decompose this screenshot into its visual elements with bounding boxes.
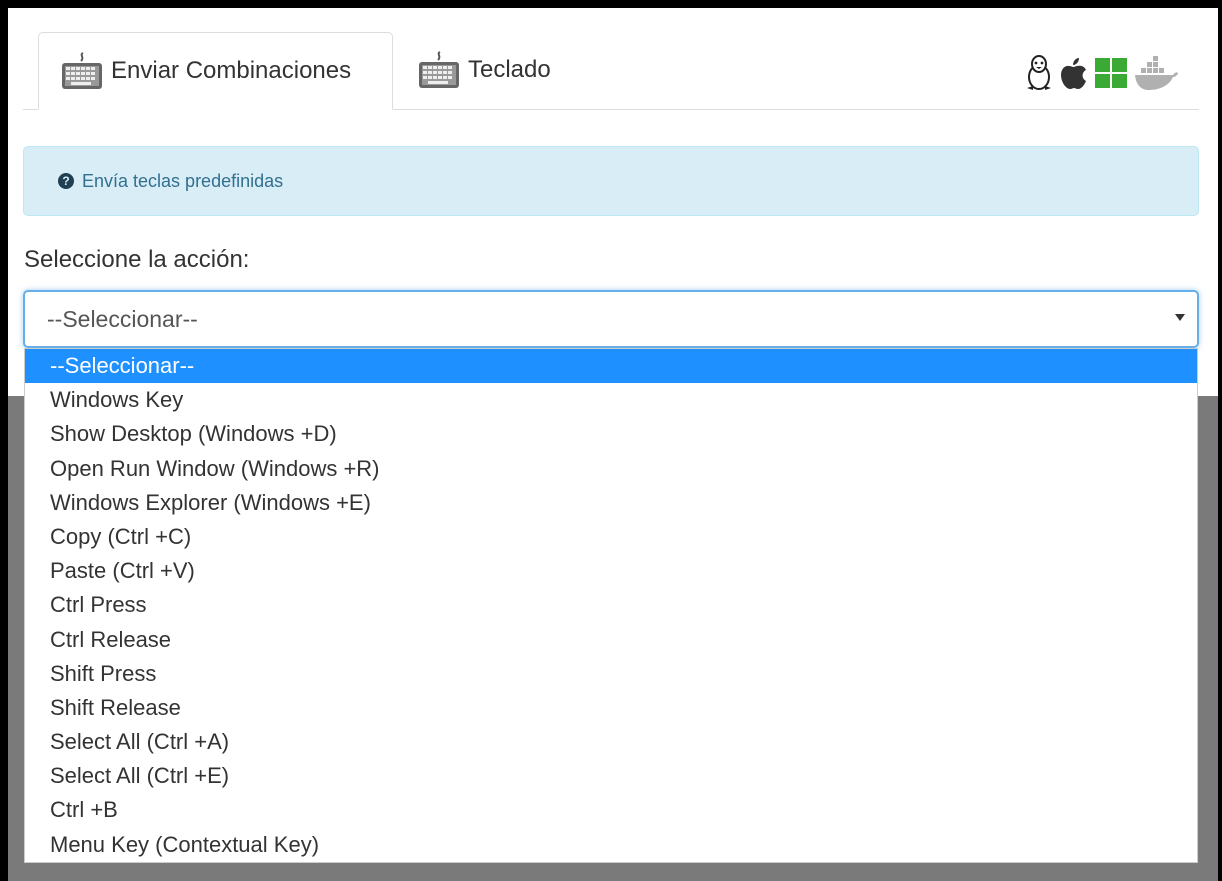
question-circle-icon: ? bbox=[58, 173, 74, 189]
tab-label: Teclado bbox=[468, 56, 551, 83]
action-label: Seleccione la acción: bbox=[24, 246, 250, 273]
docker-icon[interactable] bbox=[1133, 54, 1179, 92]
option-shift-release[interactable]: Shift Release bbox=[25, 691, 1197, 725]
tab-label: Enviar Combinaciones bbox=[111, 57, 352, 84]
caret-down-icon bbox=[1175, 314, 1185, 321]
option-select-all-e[interactable]: Select All (Ctrl +E) bbox=[25, 759, 1197, 793]
option-select-all-a[interactable]: Select All (Ctrl +A) bbox=[25, 725, 1197, 759]
option-windows-explorer[interactable]: Windows Explorer (Windows +E) bbox=[25, 486, 1197, 520]
info-alert: ? Envía teclas predefinidas bbox=[23, 146, 1199, 216]
action-dropdown-list: --Seleccionar-- Windows Key Show Desktop… bbox=[24, 348, 1198, 863]
linux-icon[interactable] bbox=[1025, 55, 1053, 91]
option-ctrl-press[interactable]: Ctrl Press bbox=[25, 588, 1197, 622]
option-show-desktop[interactable]: Show Desktop (Windows +D) bbox=[25, 417, 1197, 451]
keyboard-icon bbox=[418, 50, 460, 90]
windows-icon[interactable] bbox=[1095, 58, 1127, 88]
alert-text: Envía teclas predefinidas bbox=[82, 170, 284, 191]
option-menu-key[interactable]: Menu Key (Contextual Key) bbox=[25, 828, 1197, 862]
option-copy[interactable]: Copy (Ctrl +C) bbox=[25, 520, 1197, 554]
os-icons bbox=[1025, 54, 1179, 92]
app-frame: Enviar Combinaciones Teclado ? Envía tec… bbox=[8, 8, 1218, 881]
main-panel: Enviar Combinaciones Teclado ? Envía tec… bbox=[8, 8, 1218, 396]
tab-teclado[interactable]: Teclado bbox=[418, 32, 551, 108]
option-windows-key[interactable]: Windows Key bbox=[25, 383, 1197, 417]
action-select[interactable]: --Seleccionar-- bbox=[23, 290, 1199, 348]
option-ctrl-release[interactable]: Ctrl Release bbox=[25, 623, 1197, 657]
option-open-run-window[interactable]: Open Run Window (Windows +R) bbox=[25, 452, 1197, 486]
tab-enviar-combinaciones[interactable]: Enviar Combinaciones bbox=[38, 32, 393, 110]
keyboard-icon bbox=[61, 51, 103, 91]
option-shift-press[interactable]: Shift Press bbox=[25, 657, 1197, 691]
option-seleccionar[interactable]: --Seleccionar-- bbox=[25, 349, 1197, 384]
apple-icon[interactable] bbox=[1059, 56, 1089, 90]
option-ctrl-b[interactable]: Ctrl +B bbox=[25, 793, 1197, 827]
tab-bar: Enviar Combinaciones Teclado bbox=[23, 32, 1199, 110]
select-value: --Seleccionar-- bbox=[47, 305, 198, 332]
option-paste[interactable]: Paste (Ctrl +V) bbox=[25, 554, 1197, 588]
